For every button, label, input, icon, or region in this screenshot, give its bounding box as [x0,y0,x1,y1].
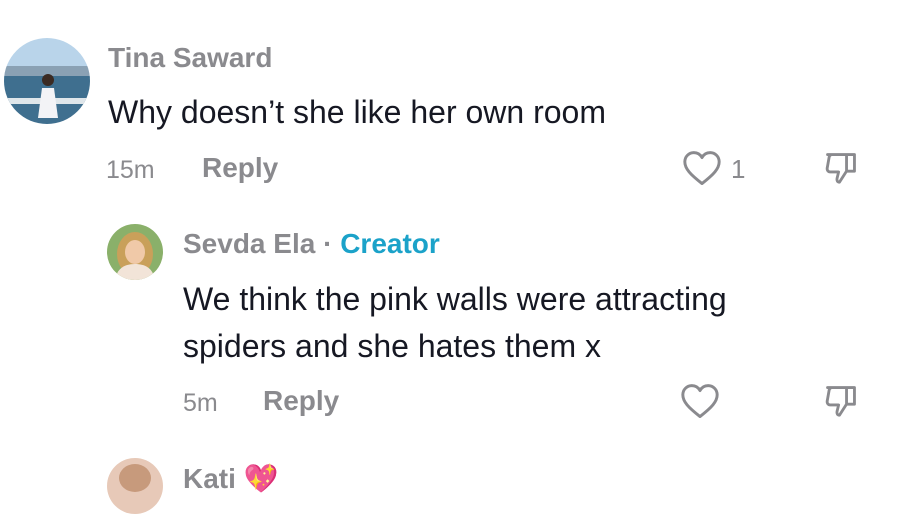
reply-text-line-1: We think the pink walls were attracting [183,281,727,317]
comment-timestamp: 15m [106,156,155,184]
thumbs-down-icon[interactable] [818,380,864,422]
reply-author-line: Sevda Ela · Creator [183,228,440,260]
comment-author[interactable]: Kati 💖 [183,462,279,495]
creator-badge: Creator [340,228,440,259]
reply-text-line-2: spiders and she hates them x [183,328,602,364]
emoji-heart: 💖 [243,463,279,494]
avatar[interactable] [4,38,90,124]
comment-author[interactable]: Tina Saward [108,42,272,74]
like-count: 1 [731,154,746,184]
reply-button[interactable]: Reply [202,152,278,184]
separator: · [323,228,333,259]
avatar[interactable] [107,458,163,514]
avatar[interactable] [107,224,163,280]
heart-outline-icon[interactable] [680,148,724,188]
thumbs-down-icon[interactable] [818,147,864,189]
reply-timestamp: 5m [183,389,218,417]
heart-outline-icon[interactable] [678,380,722,422]
reply-author[interactable]: Sevda Ela [183,228,315,259]
comment-text: Why doesn’t she like her own room [108,94,606,130]
reply-button[interactable]: Reply [263,385,339,417]
